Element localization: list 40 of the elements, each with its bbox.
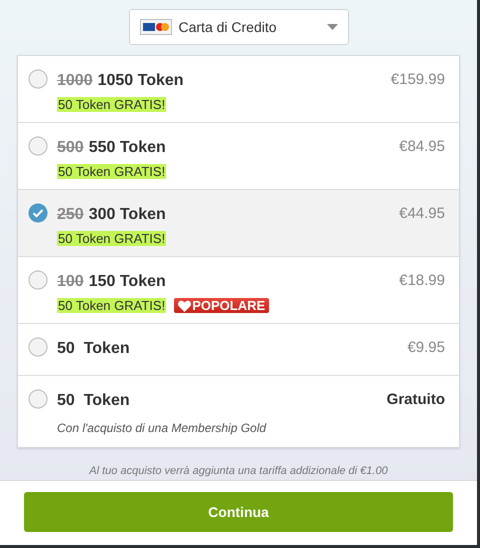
old-amount: 500 xyxy=(57,138,84,158)
popular-badge: POPOLARE xyxy=(174,298,270,313)
package-price: €18.99 xyxy=(399,271,446,291)
old-amount: 250 xyxy=(57,205,84,225)
package-note: Con l'acquisto di una Membership Gold xyxy=(57,420,268,437)
radio-button-icon xyxy=(28,337,48,357)
package-row[interactable]: 50 Token €9.95 xyxy=(18,323,459,375)
package-price: €84.95 xyxy=(399,137,446,157)
package-price: €44.95 xyxy=(399,204,446,224)
payment-method-value: Carta di Credito xyxy=(178,18,278,36)
old-amount: 1000 xyxy=(57,71,93,91)
radio-checked-icon xyxy=(28,203,48,223)
bonus-label: 50 Token GRATIS! xyxy=(57,298,166,313)
fee-note: Al tuo acquisto verrà aggiunta una tariffa addizionale di €1.00 xyxy=(89,464,388,479)
package-price: €159.99 xyxy=(390,70,446,90)
heart-icon xyxy=(178,300,192,312)
radio-button-icon xyxy=(28,136,48,156)
radio-button-icon xyxy=(28,389,48,409)
package-row[interactable]: 50 Token Con l'acquisto di una Membership Gold Gratuito xyxy=(18,375,459,447)
radio-button-icon xyxy=(28,270,48,290)
token-amount: 50 Token xyxy=(57,339,130,359)
bonus-label: 50 Token GRATIS! xyxy=(57,97,166,112)
payment-select[interactable]: Carta di Credito xyxy=(128,9,348,45)
bonus-label: 50 Token GRATIS! xyxy=(57,231,166,246)
credit-card-icon xyxy=(140,19,172,35)
token-amount: 550 Token xyxy=(88,138,166,158)
package-row[interactable]: 250 300 Token 50 Token GRATIS! €44.95 xyxy=(18,189,459,256)
package-price: Gratuito xyxy=(386,390,446,410)
token-amount: 50 Token xyxy=(57,391,130,411)
token-amount: 150 Token xyxy=(88,272,166,292)
caret-icon xyxy=(326,24,338,30)
token-amount: 1050 Token xyxy=(98,71,184,91)
package-row[interactable]: 1000 1050 Token 50 Token GRATIS! €159.99 xyxy=(18,56,459,122)
bonus-label: 50 Token GRATIS! xyxy=(57,164,166,179)
old-amount: 100 xyxy=(57,272,84,292)
radio-button-icon xyxy=(28,69,48,89)
package-row[interactable]: 100 150 Token 50 Token GRATIS! POPOLARE €18.99 xyxy=(18,256,459,323)
package-row[interactable]: 500 550 Token 50 Token GRATIS! €84.95 xyxy=(18,122,459,189)
token-amount: 300 Token xyxy=(88,205,166,225)
package-price: €9.95 xyxy=(407,338,446,358)
